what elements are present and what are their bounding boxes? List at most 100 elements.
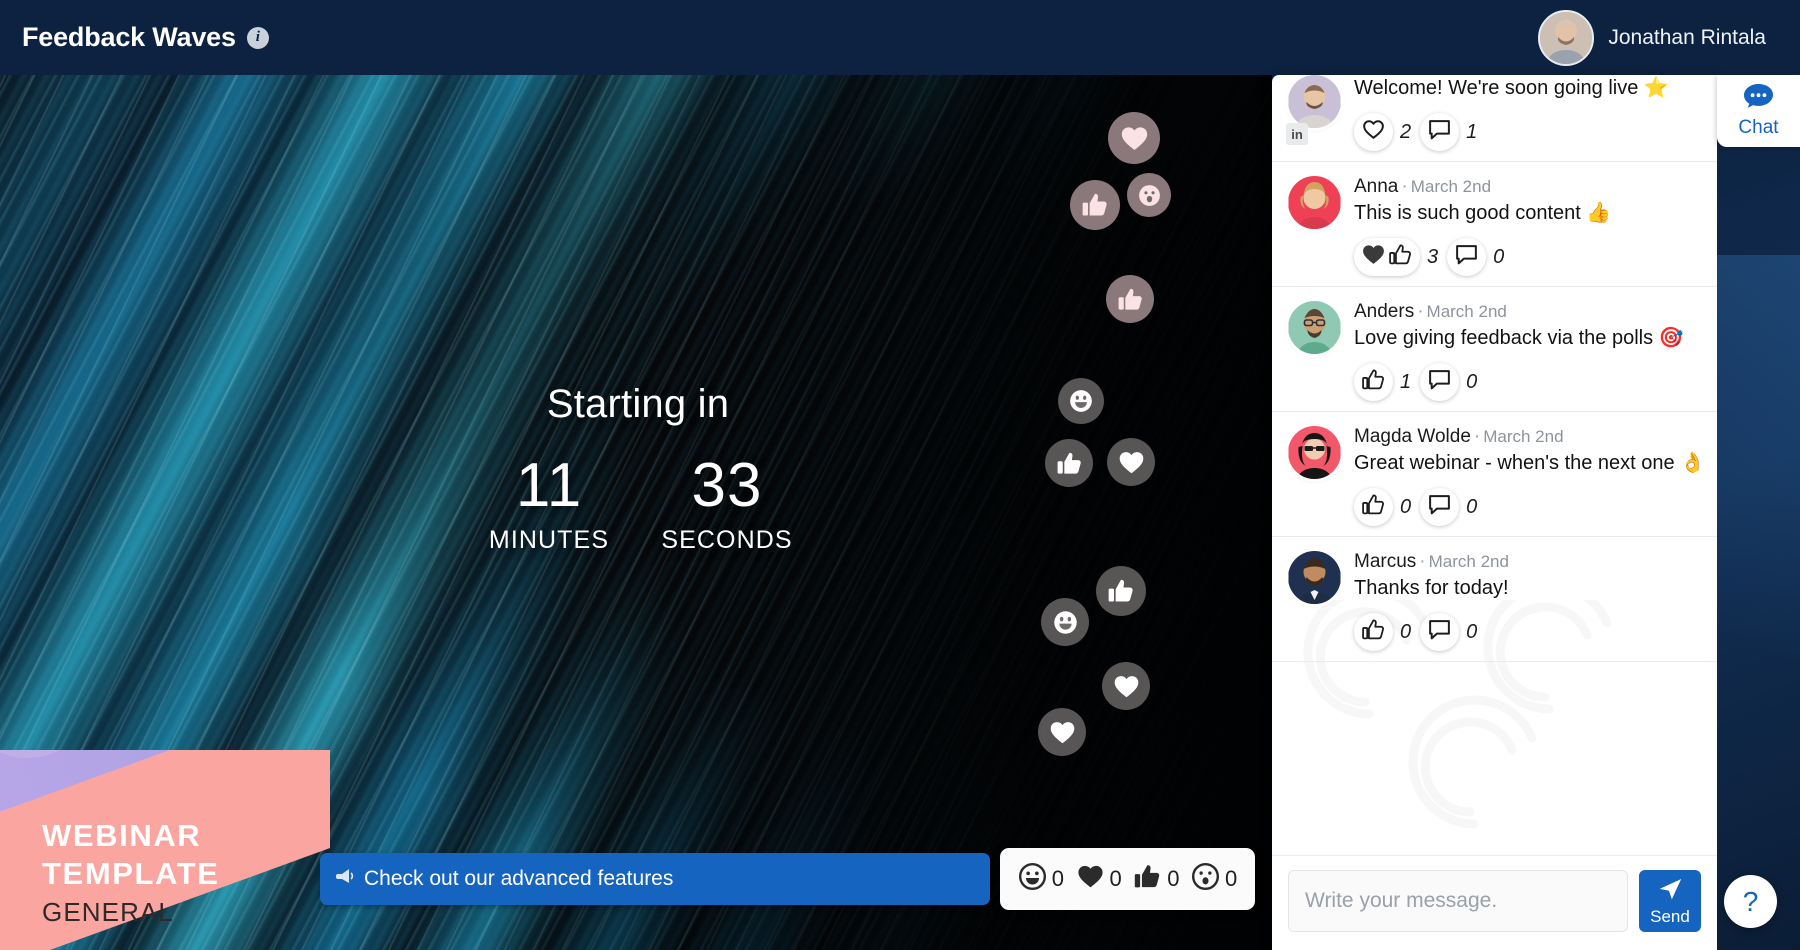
- meta-separator: ·: [1473, 426, 1481, 447]
- message-avatar-wrap: [1288, 551, 1341, 651]
- message-actions: 21: [1354, 113, 1701, 151]
- message-action-group[interactable]: 0: [1420, 363, 1477, 401]
- chat-message[interactable]: Magda Wolde · March 2nd Great webinar - whe…: [1272, 412, 1717, 537]
- reaction-pill[interactable]: [1447, 238, 1487, 276]
- chat-message-list[interactable]: in Welcome! We're soon going live ⭐ 2 1 Anna…: [1272, 75, 1717, 662]
- webinar-app: Feedback Waves i Jonathan Rintala Starti…: [0, 0, 1800, 950]
- send-label: Send: [1650, 907, 1690, 926]
- chat-bubble-icon: [1743, 83, 1774, 114]
- reaction-count: 0: [1051, 866, 1064, 891]
- reaction-thumbs-up-icon[interactable]: 0: [1133, 862, 1180, 896]
- message-action-group[interactable]: 3: [1354, 238, 1438, 276]
- webinar-line-2: TEMPLATE: [42, 856, 220, 892]
- paper-plane-icon: [1657, 875, 1684, 905]
- message-text: Welcome! We're soon going live ⭐: [1354, 77, 1669, 99]
- megaphone-icon: [336, 868, 355, 890]
- advanced-features-banner[interactable]: Check out our advanced features: [320, 853, 990, 905]
- reaction-pill[interactable]: [1354, 113, 1393, 151]
- user-menu[interactable]: Jonathan Rintala: [1538, 9, 1778, 66]
- message-body: Marcus · March 2nd Thanks for today! 0 0: [1354, 551, 1701, 651]
- surprised-icon-bubble: [1127, 173, 1171, 217]
- thumbs-up-outline-icon[interactable]: [1361, 367, 1386, 397]
- thumbs-up-icon-bubble: [1045, 439, 1093, 487]
- tab-chat-label: Chat: [1738, 117, 1779, 138]
- thumbs-up-outline-icon[interactable]: [1388, 242, 1413, 272]
- reaction-count: 1: [1466, 120, 1478, 143]
- help-button[interactable]: ?: [1724, 875, 1777, 928]
- message-text: Thanks for today!: [1354, 577, 1509, 599]
- reaction-smile-icon[interactable]: 0: [1018, 862, 1064, 896]
- heart-icon-bubble: [1107, 438, 1155, 486]
- reaction-pill[interactable]: [1420, 363, 1460, 401]
- message-action-group[interactable]: 2: [1354, 113, 1411, 151]
- chat-empty-space: [1272, 662, 1717, 855]
- thumbs-up-outline-icon[interactable]: [1361, 492, 1386, 522]
- message-text: Love giving feedback via the polls 🎯: [1354, 327, 1684, 349]
- tab-chat[interactable]: Chat: [1717, 75, 1800, 147]
- send-button[interactable]: Send: [1639, 870, 1701, 932]
- comment-icon[interactable]: [1427, 367, 1452, 397]
- chat-message[interactable]: Marcus · March 2nd Thanks for today! 0 0: [1272, 537, 1717, 662]
- reaction-count: 0: [1466, 370, 1478, 393]
- comment-icon[interactable]: [1427, 617, 1452, 647]
- message-action-group[interactable]: 0: [1420, 488, 1477, 526]
- reaction-bar[interactable]: 0 0 0 0: [1000, 848, 1255, 910]
- message-input[interactable]: [1288, 870, 1628, 932]
- chat-message[interactable]: Anna · March 2nd This is such good content …: [1272, 162, 1717, 287]
- reaction-pill[interactable]: [1354, 363, 1393, 401]
- comment-icon[interactable]: [1454, 242, 1479, 272]
- reaction-count: 0: [1466, 495, 1478, 518]
- reaction-count: 3: [1427, 245, 1439, 268]
- message-action-group[interactable]: 1: [1420, 113, 1477, 151]
- reaction-count: 1: [1400, 370, 1412, 393]
- message-date: March 2nd: [1426, 302, 1507, 321]
- chat-message[interactable]: Anders · March 2nd Love giving feedback via…: [1272, 287, 1717, 412]
- heart-filled-icon[interactable]: [1361, 242, 1386, 272]
- reaction-pill[interactable]: [1354, 613, 1393, 651]
- message-date: March 2nd: [1483, 427, 1564, 446]
- page-title: Feedback Waves: [22, 22, 236, 52]
- comment-icon[interactable]: [1427, 492, 1452, 522]
- message-action-group[interactable]: 0: [1447, 238, 1504, 276]
- message-avatar-wrap: [1288, 301, 1341, 401]
- reaction-pill[interactable]: [1420, 613, 1460, 651]
- message-author: Anders: [1354, 301, 1415, 322]
- reaction-pill[interactable]: [1420, 113, 1460, 151]
- message-body: Anders · March 2nd Love giving feedback via…: [1354, 301, 1701, 401]
- user-name: Jonathan Rintala: [1608, 25, 1766, 49]
- avatar: [1538, 9, 1595, 66]
- video-stage[interactable]: Starting in 11 MINUTES 33 SECONDS Check …: [0, 75, 1272, 950]
- message-action-group[interactable]: 0: [1420, 613, 1477, 651]
- comment-icon[interactable]: [1427, 117, 1452, 147]
- heart-icon-bubble: [1108, 112, 1160, 164]
- webinar-line-1: WEBINAR: [42, 818, 202, 854]
- reaction-count: 0: [1493, 245, 1505, 268]
- message-date: March 2nd: [1410, 177, 1492, 196]
- message-date: March 2nd: [1428, 552, 1509, 571]
- reaction-pill[interactable]: [1354, 488, 1393, 526]
- countdown-seconds: 33 SECONDS: [658, 453, 796, 555]
- reaction-pill[interactable]: [1354, 238, 1420, 276]
- reaction-surprised-icon[interactable]: 0: [1191, 862, 1237, 896]
- message-action-group[interactable]: 0: [1354, 613, 1411, 651]
- right-background-strip: [1717, 75, 1800, 950]
- thumbs-up-outline-icon[interactable]: [1361, 617, 1386, 647]
- info-icon[interactable]: i: [246, 26, 269, 49]
- message-action-group[interactable]: 0: [1354, 488, 1411, 526]
- reaction-count: 0: [1167, 866, 1180, 891]
- meta-separator: ·: [1417, 301, 1424, 322]
- thumbs-up-icon-bubble: [1096, 566, 1146, 616]
- message-actions: 00: [1354, 613, 1701, 651]
- message-body: Welcome! We're soon going live ⭐ 2 1: [1354, 75, 1701, 151]
- reaction-count: 0: [1225, 866, 1238, 891]
- reaction-heart-icon[interactable]: 0: [1076, 862, 1122, 896]
- avatar: [1288, 426, 1341, 479]
- heart-outline-icon[interactable]: [1361, 117, 1386, 147]
- reaction-pill[interactable]: [1420, 488, 1460, 526]
- webinar-line-3: GENERAL: [42, 897, 174, 927]
- message-body: Magda Wolde · March 2nd Great webinar - whe…: [1354, 426, 1705, 526]
- message-action-group[interactable]: 1: [1354, 363, 1411, 401]
- chat-message[interactable]: in Welcome! We're soon going live ⭐ 2 1: [1272, 75, 1717, 162]
- reaction-count: 0: [1466, 620, 1478, 643]
- reaction-count: 2: [1400, 120, 1412, 143]
